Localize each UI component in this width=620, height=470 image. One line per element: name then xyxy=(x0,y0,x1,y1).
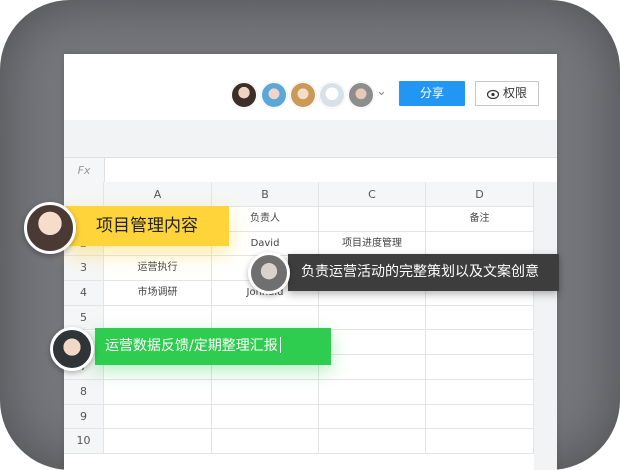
permission-label: 权限 xyxy=(502,86,527,100)
cell-a8[interactable] xyxy=(104,379,212,405)
cell-d5[interactable] xyxy=(426,305,534,331)
user-avatar-dark xyxy=(248,252,290,294)
collaborator-avatar-5[interactable] xyxy=(348,82,374,108)
cell-c6[interactable] xyxy=(319,330,426,356)
share-button[interactable]: 分享 xyxy=(399,81,465,106)
cell-a9[interactable] xyxy=(104,404,212,430)
chevron-down-icon[interactable]: ⌄ xyxy=(376,84,387,99)
cell-a10[interactable] xyxy=(104,429,212,454)
collaborator-avatar-1[interactable] xyxy=(231,82,257,108)
cell-c9[interactable] xyxy=(319,404,426,430)
cell-b10[interactable] xyxy=(212,429,319,454)
cell-d10[interactable] xyxy=(426,429,534,454)
cell-c7[interactable] xyxy=(319,355,426,380)
row-header-8[interactable]: 8 xyxy=(64,379,104,405)
row-header-3[interactable]: 3 xyxy=(64,256,104,282)
user-avatar-green xyxy=(50,327,94,371)
cell-a3[interactable]: 运营执行 xyxy=(104,256,212,282)
column-header-d[interactable]: D xyxy=(426,182,534,207)
cell-d8[interactable] xyxy=(426,379,534,405)
row-header-10[interactable]: 10 xyxy=(64,429,104,454)
cell-a5[interactable] xyxy=(104,305,212,331)
annotation-yellow: 项目管理内容 xyxy=(66,206,229,246)
collaborator-avatar-3[interactable] xyxy=(290,82,316,108)
sheet-corner[interactable] xyxy=(64,182,104,207)
cell-c10[interactable] xyxy=(319,429,426,454)
collaborator-avatar-4[interactable] xyxy=(319,82,345,108)
cell-c8[interactable] xyxy=(319,379,426,405)
cell-d7[interactable] xyxy=(426,355,534,380)
annotation-dark: 负责运营活动的完整策划以及文案创意 xyxy=(288,254,559,291)
cell-b5[interactable] xyxy=(212,305,319,331)
toolbar: ⌄ 分享 权限 xyxy=(64,54,557,120)
permission-button[interactable]: 权限 xyxy=(475,81,539,106)
text-caret xyxy=(279,337,281,353)
cell-a4[interactable]: 市场调研 xyxy=(104,281,212,306)
cell-d6[interactable] xyxy=(426,330,534,356)
user-avatar-yellow xyxy=(24,202,76,254)
toolbar-strip xyxy=(64,120,557,157)
cell-d1[interactable]: 备注 xyxy=(426,207,534,232)
annotation-green-text: 运营数据反馈/定期整理汇报 xyxy=(105,338,278,354)
annotation-green: 运营数据反馈/定期整理汇报 xyxy=(95,328,331,365)
cell-b9[interactable] xyxy=(212,404,319,430)
cell-c5[interactable] xyxy=(319,305,426,331)
cell-d2[interactable] xyxy=(426,231,534,257)
column-header-a[interactable]: A xyxy=(104,182,212,207)
annotation-dark-text: 负责运营活动的完整策划以及文案创意 xyxy=(301,264,539,280)
row-header-4[interactable]: 4 xyxy=(64,281,104,306)
column-header-c[interactable]: C xyxy=(319,182,426,207)
eye-icon xyxy=(486,84,500,107)
formula-bar[interactable]: Fx xyxy=(64,157,557,184)
collaborator-avatar-2[interactable] xyxy=(261,82,287,108)
column-header-b[interactable]: B xyxy=(212,182,319,207)
cell-c2[interactable]: 项目进度管理 xyxy=(319,231,426,257)
cell-d9[interactable] xyxy=(426,404,534,430)
row-header-9[interactable]: 9 xyxy=(64,404,104,430)
cell-b8[interactable] xyxy=(212,379,319,405)
sheet-edge xyxy=(534,182,557,470)
fx-label: Fx xyxy=(64,158,105,183)
cell-c1[interactable] xyxy=(319,207,426,232)
